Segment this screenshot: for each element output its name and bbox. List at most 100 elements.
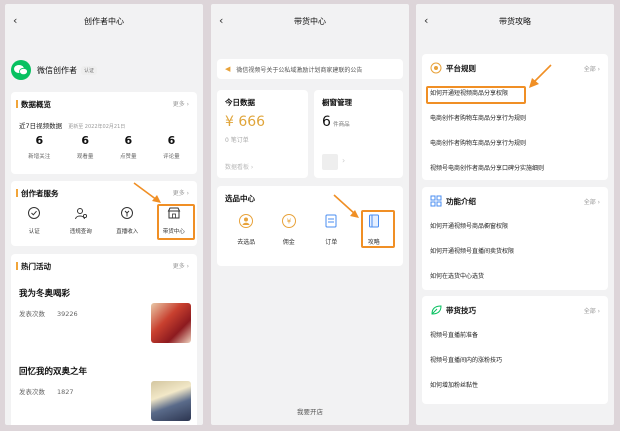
guide-section: 平台规则 全部 › 如何开通短视频商品分享权限 电商创作者购物车商品分享行为规则 电商创… (422, 54, 608, 180)
stat-value: 6 (124, 134, 133, 147)
activity-item[interactable]: 我为冬奥喝彩 发表次数 39226 (19, 287, 78, 318)
section-title: 带货技巧 (446, 306, 476, 315)
sales-amount: ¥ 666 (225, 114, 266, 130)
guide-article-link[interactable]: 如何开通视频号商品橱窗权限 (430, 221, 600, 230)
selection-center-card: 选品中心 去选品 ¥ 佣金 订单 攻略 (217, 186, 403, 266)
nav-bar: ‹ 带货攻略 (416, 4, 614, 38)
stat-value: 6 (81, 134, 89, 147)
guide-article-link[interactable]: 如何开通视频号直播间卖货权限 (430, 246, 600, 255)
dashboard-link[interactable]: 数据看板 › (225, 162, 253, 171)
guide-article-link[interactable]: 如何在选货中心选货 (430, 271, 600, 280)
notice-bar[interactable]: ◀ 微信视频号关于公私域激励计划商家建联的公告 (217, 59, 403, 79)
chevron-right-icon: › (342, 156, 346, 165)
guide-article-link[interactable]: 视频号直播前准备 (430, 330, 600, 339)
service-violation-search[interactable]: 违规查询 (63, 206, 99, 235)
page-title: 带货攻略 (499, 16, 531, 26)
stat-item[interactable]: 6 点赞量 (120, 134, 137, 160)
today-data-card[interactable]: 今日数据 ¥ 666 0 笔订单 数据看板 › (217, 90, 308, 178)
guide-article-link[interactable]: 电商创作者购物车商品分享行为规则 (430, 113, 600, 122)
section-title: 橱窗管理 (322, 98, 352, 107)
guide-article-link[interactable]: 电商创作者购物车商品分享行为规则 (430, 138, 600, 147)
stat-label: 观看量 (76, 154, 94, 160)
back-chevron-icon[interactable]: ‹ (424, 14, 428, 27)
guide-article-link[interactable]: 如何增加粉丝黏性 (430, 380, 600, 389)
service-label: 直播收入 (116, 229, 139, 235)
stat-label: 新增关注 (28, 154, 51, 160)
activity-item[interactable]: 回忆我的双奥之年 发表次数 1827 (19, 365, 87, 396)
page-title: 创作者中心 (84, 16, 124, 26)
stat-label: 点赞量 (120, 154, 137, 160)
selection-label: 订单 (325, 239, 338, 246)
live-income-icon (121, 207, 134, 219)
guide-section: 功能介绍 全部 › 如何开通视频号商品橱窗权限 如何开通视频号直播间卖货权限 如何在选货… (422, 187, 608, 290)
sales-tips-leaf-icon (431, 305, 442, 315)
highlight-box (361, 210, 395, 248)
stats-row: 6 新增关注 6 观看量 6 点赞量 6 评论量 (15, 134, 193, 160)
stat-value: 6 (35, 134, 44, 147)
highlight-box (157, 204, 195, 240)
section-bar (16, 189, 18, 197)
stat-item[interactable]: 6 观看量 (77, 134, 94, 160)
violation-search-icon (74, 208, 87, 220)
product-placeholder (322, 154, 338, 170)
guide-article-link[interactable]: 视频号电商创作者商品分享口碑分实施细则 (430, 163, 600, 172)
more-link[interactable]: 更多 › (173, 188, 189, 197)
window-item-count: 6 件商品 (322, 114, 350, 130)
svg-text:¥: ¥ (287, 218, 292, 226)
more-link[interactable]: 更多 › (173, 99, 189, 108)
stat-item[interactable]: 6 评论量 (163, 134, 180, 160)
stat-label: 评论量 (163, 154, 180, 160)
platform-rules-icon (430, 62, 442, 74)
stat-value: 6 (167, 134, 176, 147)
account-name: 微信创作者 (37, 65, 77, 75)
selection-label: 佣金 (282, 239, 295, 246)
nav-bar: ‹ 创作者中心 (5, 4, 203, 38)
sales-guide-panel: ‹ 带货攻略 平台规则 全部 › 如何开通短视频商品分享权限 电商创作者购物车商品分享… (416, 4, 614, 425)
annotation-arrow-icon (333, 194, 359, 218)
section-bar (16, 100, 18, 108)
stat-item[interactable]: 6 新增关注 (28, 134, 50, 160)
service-label: 认证 (28, 229, 40, 235)
service-live-income[interactable]: 直播收入 (109, 206, 145, 235)
back-chevron-icon[interactable]: ‹ (13, 14, 17, 27)
back-chevron-icon[interactable]: ‹ (219, 14, 223, 27)
section-title: 数据概览 (21, 100, 51, 109)
annotation-arrow-icon (529, 64, 552, 88)
guide-section: 带货技巧 全部 › 视频号直播前准备 视频号直播间内的涨粉技巧 如何增加粉丝黏性 (422, 296, 608, 404)
selection-select-goods[interactable]: 去选品 (231, 213, 261, 246)
speaker-icon: ◀ (225, 65, 231, 73)
activity-title: 我为冬奥喝彩 (19, 289, 71, 299)
wechat-logo-icon (11, 60, 31, 80)
window-management-card[interactable]: 橱窗管理 6 件商品 › (314, 90, 403, 178)
section-title: 今日数据 (225, 98, 255, 107)
activity-title: 回忆我的双奥之年 (19, 367, 88, 377)
selection-commission[interactable]: ¥ 佣金 (274, 213, 304, 246)
see-all-link[interactable]: 全部 › (584, 306, 600, 315)
guide-article-link[interactable]: 视频号直播间内的涨粉技巧 (430, 355, 600, 364)
activity-thumbnail[interactable] (151, 303, 191, 343)
selection-label: 去选品 (237, 239, 256, 246)
activity-thumbnail[interactable] (151, 381, 191, 421)
see-all-link[interactable]: 全部 › (584, 197, 600, 206)
notice-text: 微信视频号关于公私域激励计划商家建联的公告 (236, 66, 363, 74)
activity-stats: 发表次数 1827 (19, 388, 74, 396)
select-goods-icon (239, 214, 254, 228)
service-verify-badge[interactable]: 认证 (16, 206, 52, 235)
update-time: 更新至 2022年02月21日 (68, 124, 126, 130)
section-title: 功能介绍 (446, 197, 476, 206)
more-link[interactable]: 更多 › (173, 261, 189, 270)
section-bar (16, 262, 18, 270)
highlight-box (426, 86, 526, 104)
section-title: 创作者服务 (21, 189, 59, 198)
data-overview-card: 数据概览 更多 › 近7日视频数据 更新至 2022年02月21日 6 新增关注 6… (11, 92, 197, 174)
account-row[interactable]: 微信创作者 认证 (11, 60, 98, 80)
see-all-link[interactable]: 全部 › (584, 64, 600, 73)
section-title: 热门活动 (21, 262, 51, 271)
sales-center-panel: ‹ 带货中心 ◀ 微信视频号关于公私域激励计划商家建联的公告 今日数据 ¥ 66… (211, 4, 409, 425)
open-store-link[interactable]: 我要开店 (211, 406, 409, 416)
annotation-arrow-icon (133, 182, 161, 203)
order-count: 0 笔订单 (225, 137, 249, 144)
creator-services-card: 创作者服务 更多 › 认证 违规查询 直播收入 带货中心 (11, 181, 197, 246)
activity-stats: 发表次数 39226 (19, 310, 78, 318)
nav-bar: ‹ 带货中心 (211, 4, 409, 38)
